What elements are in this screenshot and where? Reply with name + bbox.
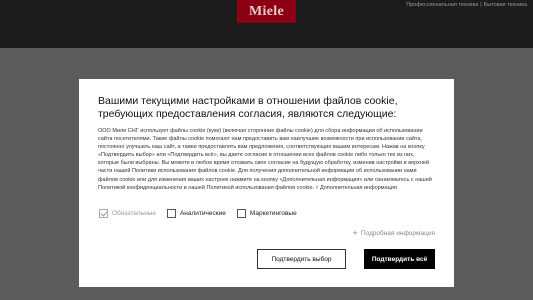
required-checkbox <box>99 209 108 218</box>
consent-description: ООО Миле СНГ использует файлы cookie (ку… <box>98 127 436 192</box>
confirm-all-button[interactable]: Подтвердить всё <box>364 249 435 269</box>
details-toggle[interactable]: + Подробная информация <box>353 229 435 238</box>
nav-separator: | <box>480 2 482 8</box>
details-toggle-label: Подробная информация <box>360 230 435 237</box>
checkbox-analytics[interactable]: Аналитические <box>166 209 226 218</box>
cookie-category-checkboxes: Обязательные Аналитические Маркетинговые <box>99 208 308 219</box>
required-checkbox-label: Обязательные <box>112 210 156 217</box>
miele-logo[interactable]: Miele <box>237 0 296 23</box>
checkbox-marketing[interactable]: Маркетинговые <box>236 209 297 218</box>
analytics-checkbox-label[interactable]: Аналитические <box>180 210 226 217</box>
cookie-consent-dialog: Вашими текущими настройками в отношении … <box>79 79 454 287</box>
nav-household-link[interactable]: Бытовая техника <box>484 2 527 8</box>
consent-description-text: ООО Миле СНГ использует файлы cookie (ку… <box>98 128 432 191</box>
consent-title: Вашими текущими настройками в отношении … <box>98 95 398 120</box>
marketing-checkbox-label[interactable]: Маркетинговые <box>250 210 297 217</box>
top-nav: Профессиональная техника | Бытовая техника <box>406 2 527 8</box>
more-info-link[interactable]: › Дополнительная информация <box>315 183 397 191</box>
dimmed-overlay: Вашими текущими настройками в отношении … <box>0 48 533 300</box>
plus-icon: + <box>352 228 358 238</box>
nav-professional-link[interactable]: Профессиональная техника <box>406 2 478 8</box>
more-info-link-label: Дополнительная информация <box>319 184 397 191</box>
site-header: Miele Профессиональная техника | Бытовая т… <box>0 0 533 48</box>
chevron-right-icon: › <box>315 183 318 191</box>
confirm-selection-button[interactable]: Подтвердить выбор <box>257 249 346 269</box>
checkbox-required: Обязательные <box>99 209 156 218</box>
analytics-checkbox[interactable] <box>166 209 176 218</box>
marketing-checkbox[interactable] <box>236 209 246 218</box>
